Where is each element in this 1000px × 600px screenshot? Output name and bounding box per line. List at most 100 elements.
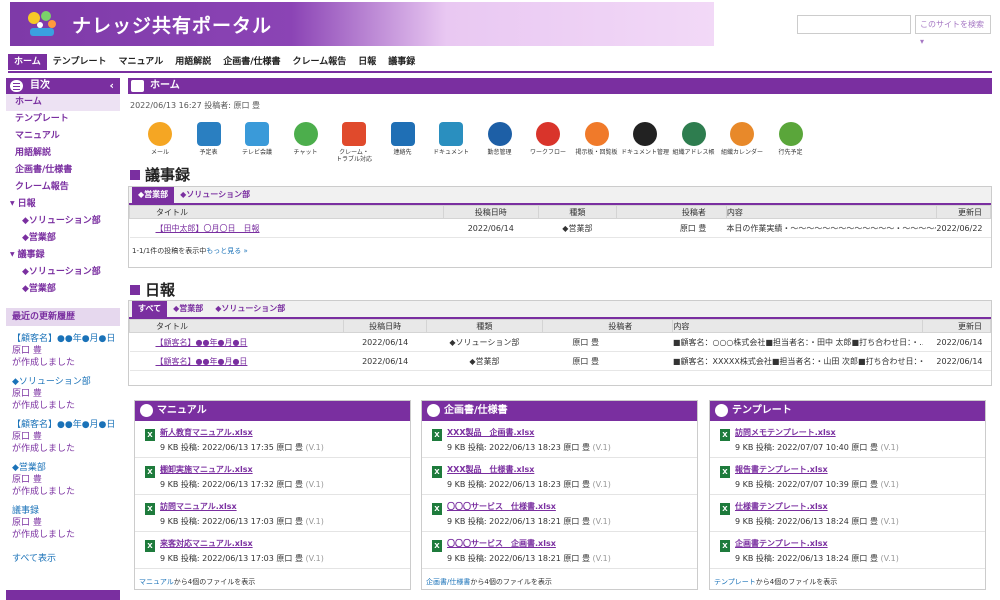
gnav-item-glossary[interactable]: 用語解説: [169, 54, 217, 70]
recent-entry-title[interactable]: 【顧客名】●●年●月●日: [12, 333, 120, 345]
toc-item-daily[interactable]: 日報: [6, 196, 120, 213]
file-name-link[interactable]: 新人教育マニュアル.xlsx: [160, 421, 410, 438]
file-name-link[interactable]: 来客対応マニュアル.xlsx: [160, 532, 410, 549]
table-row[interactable]: 【顧客名】●●年●月●日 2022/06/14 ◆営業部 原口 豊 ■顧客名：X…: [129, 351, 991, 371]
file-box-title[interactable]: マニュアル: [157, 405, 207, 416]
col-title[interactable]: タイトル: [128, 319, 345, 333]
col-title[interactable]: タイトル: [129, 205, 444, 219]
gnav-item-manual[interactable]: マニュアル: [112, 54, 169, 70]
col-kind[interactable]: 種類: [537, 205, 617, 219]
app-label: 組織アドレス帳: [672, 149, 715, 156]
col-kind[interactable]: 種類: [425, 319, 543, 333]
app-shortcut[interactable]: 勤怠管理: [476, 122, 524, 156]
file-name-link[interactable]: 〇〇〇サービス 企画書.xlsx: [447, 532, 697, 549]
file-name-link[interactable]: 仕様書テンプレート.xlsx: [735, 495, 985, 512]
recent-entry-title[interactable]: 議事録: [12, 505, 120, 517]
collapse-chevron-icon[interactable]: ‹: [109, 78, 114, 94]
file-name-link[interactable]: 棚卸実施マニュアル.xlsx: [160, 458, 410, 475]
file-box-title[interactable]: テンプレート: [732, 405, 792, 416]
file-name-link[interactable]: 訪問マニュアル.xlsx: [160, 495, 410, 512]
file-name-link[interactable]: 〇〇〇サービス 仕様書.xlsx: [447, 495, 697, 512]
gnav-item-home[interactable]: ホーム: [8, 54, 47, 70]
col-date[interactable]: 投稿日時: [343, 319, 427, 333]
recent-entry-title[interactable]: ◆ソリューション部: [12, 376, 120, 388]
file-name-link[interactable]: XXX製品 企画書.xlsx: [447, 421, 697, 438]
file-name-link[interactable]: 報告書テンプレート.xlsx: [735, 458, 985, 475]
app-shortcut[interactable]: ワークフロー: [524, 122, 572, 156]
toc-item-proposal[interactable]: 企画書/仕様書: [6, 162, 120, 179]
tab-solution[interactable]: ◆ソリューション部: [209, 301, 291, 317]
table-row[interactable]: 【顧客名】●●年●月●日 2022/06/14 ◆ソリューション部 原口 豊 ■…: [129, 332, 991, 352]
toc-item-home[interactable]: ホーム: [6, 94, 120, 111]
col-content[interactable]: 内容: [672, 319, 924, 333]
recent-entry-user[interactable]: 原口 豊: [12, 517, 120, 529]
toc-item-minutes-sales[interactable]: ◆営業部: [6, 281, 120, 298]
toc-item-template[interactable]: テンプレート: [6, 111, 120, 128]
row-title-link[interactable]: 【顧客名】●●年●月●日: [156, 357, 248, 366]
toc-item-daily-sales[interactable]: ◆営業部: [6, 230, 120, 247]
file-box-footer-link[interactable]: マニュアル: [139, 578, 174, 586]
document-list-icon: [427, 404, 440, 417]
search-input[interactable]: [797, 15, 911, 34]
row-kind: ◆営業部: [538, 218, 617, 238]
col-updated[interactable]: 更新日: [922, 319, 991, 333]
file-name-link[interactable]: 企画書テンプレート.xlsx: [735, 532, 985, 549]
row-title-link[interactable]: 【顧客名】●●年●月●日: [156, 338, 248, 347]
recent-entry-user[interactable]: 原口 豊: [12, 388, 120, 400]
recent-entry-title[interactable]: ◆営業部: [12, 462, 120, 474]
file-meta: 9 KB 投稿: 2022/06/13 18:21 原口 豊: [447, 554, 590, 563]
gnav-item-template[interactable]: テンプレート: [47, 54, 113, 70]
site-title[interactable]: ナレッジ共有ポータル: [72, 11, 272, 38]
app-shortcut[interactable]: 組織カレンダー: [718, 122, 766, 156]
toc-item-minutes-solution[interactable]: ◆ソリューション部: [6, 264, 120, 281]
excel-file-icon: X: [720, 540, 730, 552]
col-updated[interactable]: 更新日: [935, 205, 992, 219]
col-author[interactable]: 投稿者: [541, 319, 674, 333]
app-shortcut[interactable]: 予定表: [185, 122, 233, 156]
toc-item-claim[interactable]: クレーム報告: [6, 179, 120, 196]
col-author[interactable]: 投稿者: [615, 205, 727, 219]
more-link[interactable]: もっと見る »: [206, 247, 248, 255]
tab-solution[interactable]: ◆ソリューション部: [174, 187, 256, 203]
file-box-footer-link[interactable]: テンプレート: [714, 578, 756, 586]
app-shortcut[interactable]: ドキュメント管理: [621, 122, 669, 156]
table-row[interactable]: 【田中太郎】〇月〇日 日報 2022/06/14 ◆営業部 原口 豊 本日の作業…: [129, 218, 991, 238]
tab-all[interactable]: すべて: [132, 301, 168, 317]
file-name-link[interactable]: 訪問メモテンプレート.xlsx: [735, 421, 985, 438]
file-version: (V.1): [880, 480, 899, 489]
app-shortcut[interactable]: チャット: [282, 122, 330, 156]
app-shortcut[interactable]: テレビ会議: [233, 122, 281, 156]
file-name-link[interactable]: XXX製品 仕様書.xlsx: [447, 458, 697, 475]
toc-item-manual[interactable]: マニュアル: [6, 128, 120, 145]
gnav-item-claim[interactable]: クレーム報告: [287, 54, 353, 70]
recent-entry-title[interactable]: 【顧客名】●●年●月●日: [12, 419, 120, 431]
menu-icon[interactable]: [10, 80, 23, 92]
app-shortcut[interactable]: メール: [136, 122, 184, 156]
app-shortcut[interactable]: 組織アドレス帳: [670, 122, 718, 156]
recent-entry-user[interactable]: 原口 豊: [12, 345, 120, 357]
app-shortcut[interactable]: 連絡先: [379, 122, 427, 156]
recent-entry-user[interactable]: 原口 豊: [12, 431, 120, 443]
app-shortcut[interactable]: 掲示板・回覧板: [573, 122, 621, 156]
tab-sales[interactable]: ◆営業部: [132, 187, 175, 203]
gnav-item-proposal[interactable]: 企画書/仕様書: [217, 54, 286, 70]
show-all-link[interactable]: すべて表示: [6, 551, 120, 564]
gnav-item-minutes[interactable]: 議事録: [382, 54, 421, 70]
search-scope-dropdown[interactable]: このサイトを検索 ▾: [915, 15, 991, 46]
app-shortcut[interactable]: クレーム・ トラブル対応: [330, 122, 378, 163]
file-box-footer-link[interactable]: 企画書/仕様書: [426, 578, 470, 586]
col-date[interactable]: 投稿日時: [442, 205, 539, 219]
gnav-item-daily[interactable]: 日報: [352, 54, 382, 70]
toc-item-glossary[interactable]: 用語解説: [6, 145, 120, 162]
toc-item-minutes[interactable]: 議事録: [6, 247, 120, 264]
app-shortcut[interactable]: ドキュメント: [427, 122, 475, 156]
recent-entry-user[interactable]: 原口 豊: [12, 474, 120, 486]
file-box-title[interactable]: 企画書/仕様書: [444, 405, 508, 416]
col-content[interactable]: 内容: [725, 205, 937, 219]
row-title-link[interactable]: 【田中太郎】〇月〇日 日報: [156, 224, 260, 233]
app-shortcut[interactable]: 行先予定: [767, 122, 815, 156]
row-updated: 2022/06/14: [922, 332, 991, 352]
app-label: クレーム・ トラブル対応: [335, 149, 372, 163]
tab-sales[interactable]: ◆営業部: [167, 301, 209, 317]
toc-item-daily-solution[interactable]: ◆ソリューション部: [6, 213, 120, 230]
